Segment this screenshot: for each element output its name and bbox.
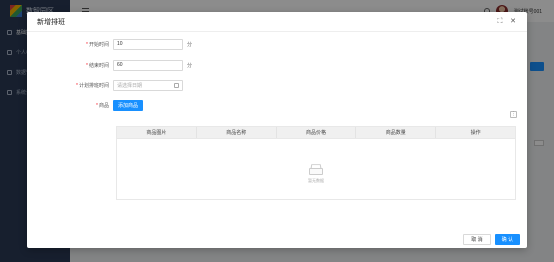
product-label: *商品: [96, 102, 109, 109]
start-time-row: *开始时间 10 分: [27, 38, 192, 50]
column-header: 商品价格: [277, 127, 357, 138]
column-header: 商品图片: [117, 127, 197, 138]
end-time-unit: 分: [187, 62, 193, 69]
date-placeholder: 请选择日期: [117, 82, 143, 89]
table-header: 商品图片 商品名称 商品价格 商品数量 操作: [117, 127, 515, 139]
start-time-unit: 分: [187, 41, 193, 48]
empty-state: 暂无数据: [117, 163, 515, 184]
schedule-dialog: 新增排班 ⛶ ✕ *开始时间 10 分 *结束时间 60 分 *计划排班时间 请…: [27, 12, 527, 248]
product-row: *商品 添加商品: [27, 99, 144, 111]
add-product-button[interactable]: 添加商品: [113, 99, 144, 111]
empty-text: 暂无数据: [308, 178, 324, 183]
plan-date-picker[interactable]: 请选择日期: [113, 79, 183, 91]
dialog-header: 新增排班 ⛶ ✕: [27, 12, 527, 32]
start-time-label: *开始时间: [86, 41, 109, 48]
close-icon[interactable]: ✕: [509, 18, 517, 26]
calendar-icon: [174, 82, 179, 88]
plan-date-label: *计划排班时间: [76, 82, 109, 89]
end-time-input[interactable]: 60: [113, 59, 183, 71]
column-settings-icon[interactable]: ⋮: [510, 111, 517, 118]
confirm-button[interactable]: 确 认: [494, 233, 520, 245]
end-time-label: *结束时间: [86, 62, 109, 69]
cancel-button[interactable]: 取 消: [463, 233, 491, 245]
column-header: 商品数量: [356, 127, 437, 138]
fullscreen-icon[interactable]: ⛶: [496, 18, 504, 26]
column-header: 操作: [470, 130, 481, 136]
end-time-row: *结束时间 60 分: [27, 59, 192, 71]
dialog-footer: 取 消 确 认: [27, 230, 527, 248]
product-table: 商品图片 商品名称 商品价格 商品数量 操作 暂无数据: [116, 126, 516, 200]
start-time-input[interactable]: 10: [113, 38, 183, 50]
plan-date-row: *计划排班时间 请选择日期: [27, 79, 183, 91]
column-header: 商品名称: [197, 127, 277, 138]
dialog-title: 新增排班: [37, 18, 65, 26]
empty-box-icon: [307, 163, 325, 175]
